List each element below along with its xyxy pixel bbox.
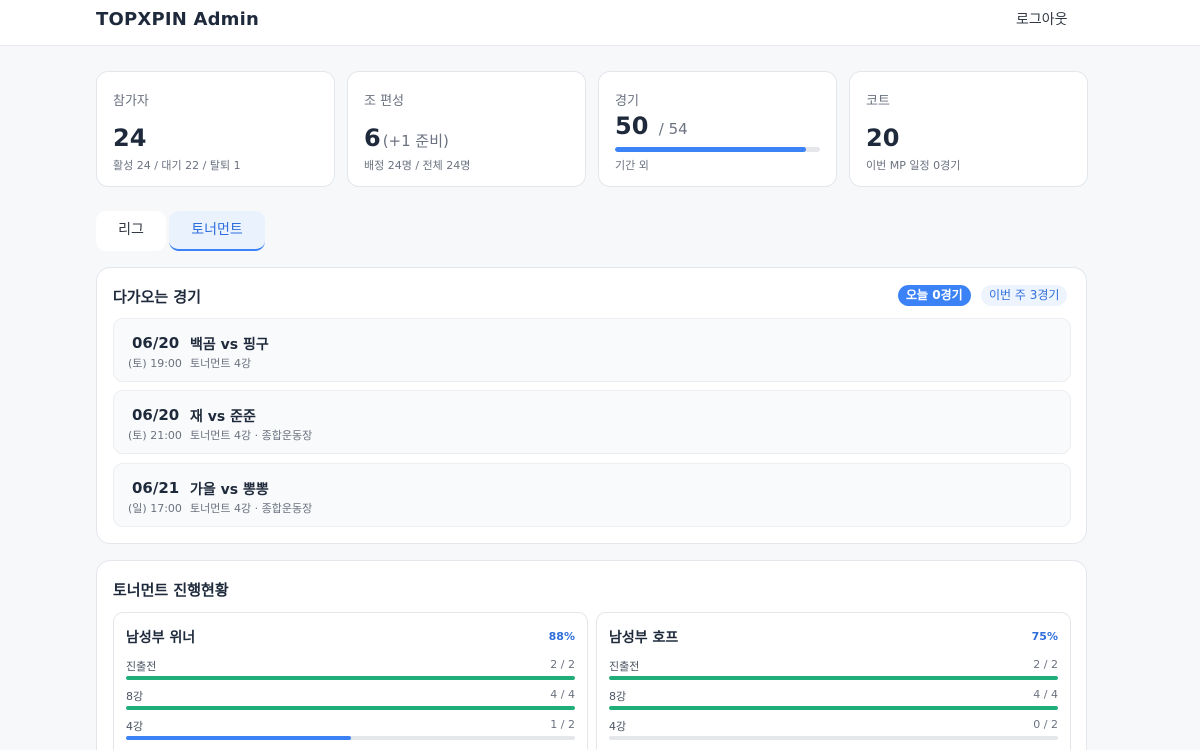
panel-title: 토너먼트 진행현황 [113,581,229,599]
round-count: 2 / 2 [550,658,575,671]
match-time: (토) 21:00 [128,429,182,442]
round-progress-fill [126,706,575,710]
stat-sub: 활성 24 / 대기 22 / 탈퇴 1 [113,159,241,172]
tab-tournament[interactable]: 토너먼트 [169,211,265,251]
match-progress-bar [615,147,820,152]
round-count: 4 / 4 [1033,688,1058,701]
stat-sub: 기간 외 [615,159,649,172]
round-progress-bar [126,736,575,740]
stat-value: 20 [866,124,900,152]
round-label: 4강 [609,720,627,733]
match-title: 재 vs 준준 [190,409,256,425]
match-meta: 토너먼트 4강 · 종합운동장 [190,429,313,442]
round-progress-bar [126,676,575,680]
match-meta: 토너먼트 4강 · 종합운동장 [190,502,313,515]
round-row: 4강 1 / 2 [126,718,575,744]
stat-value: 6 (+1 준비) [364,124,449,152]
round-row: 진출전 2 / 2 [609,658,1058,684]
match-date: 06/20 [132,334,180,352]
top-bar: TOPXPIN Admin 로그아웃 [0,0,1200,46]
round-progress-bar [609,676,1058,680]
logout-link[interactable]: 로그아웃 [1016,9,1068,29]
round-count: 0 / 2 [1033,718,1058,731]
app-title[interactable]: TOPXPIN Admin [96,9,259,30]
bracket-percent: 75% [1031,630,1058,643]
round-row: 8강 4 / 4 [609,688,1058,714]
stat-card-matches: 경기 50 / 54 기간 외 [598,71,837,187]
match-date: 06/21 [132,479,180,497]
bracket-card-men-winner: 남성부 위너 88% 진출전 2 / 2 8강 4 / 4 4강 1 / 2 [113,612,588,750]
tournament-progress-panel: 토너먼트 진행현황 남성부 위너 88% 진출전 2 / 2 8강 4 / 4 … [96,560,1087,750]
tab-league[interactable]: 리그 [96,211,166,251]
round-progress-bar [609,736,1058,740]
stat-extra: / 54 [658,120,688,138]
match-item[interactable]: 06/21 (일) 17:00 가을 vs 뽕뽕 토너먼트 4강 · 종합운동장 [113,463,1071,527]
round-progress-bar [609,706,1058,710]
stat-card-groups: 조 편성 6 (+1 준비) 배정 24명 / 전체 24명 [347,71,586,187]
round-label: 진출전 [126,660,157,673]
stat-extra: (+1 준비) [382,132,449,150]
stat-label: 코트 [866,94,890,109]
today-filter-badge[interactable]: 오늘 0경기 [898,285,971,306]
bracket-title: 남성부 위너 [126,630,196,646]
round-progress-fill [126,676,575,680]
stat-value: 24 [113,124,147,152]
bracket-title: 남성부 호프 [609,630,679,646]
round-count: 2 / 2 [1033,658,1058,671]
match-title: 가을 vs 뽕뽕 [190,482,269,498]
stat-label: 조 편성 [364,94,405,109]
match-progress-fill [615,147,806,152]
round-row: 4강 0 / 2 [609,718,1058,744]
stat-card-courts: 코트 20 이번 MP 일정 0경기 [849,71,1088,187]
match-item[interactable]: 06/20 (토) 19:00 백곰 vs 핑구 토너먼트 4강 [113,318,1071,382]
round-label: 진출전 [609,660,640,673]
stat-sub: 이번 MP 일정 0경기 [866,159,961,172]
panel-title: 다가오는 경기 [113,288,202,306]
week-filter-badge[interactable]: 이번 주 3경기 [981,285,1068,306]
round-count: 4 / 4 [550,688,575,701]
stat-value: 50 / 54 [615,112,688,140]
match-time: (토) 19:00 [128,357,182,370]
round-label: 4강 [126,720,144,733]
bracket-card-men-hope: 남성부 호프 75% 진출전 2 / 2 8강 4 / 4 4강 0 / 2 [596,612,1071,750]
stat-sub: 배정 24명 / 전체 24명 [364,159,471,172]
round-progress-bar [126,706,575,710]
round-row: 8강 4 / 4 [126,688,575,714]
match-item[interactable]: 06/20 (토) 21:00 재 vs 준준 토너먼트 4강 · 종합운동장 [113,390,1071,454]
round-label: 8강 [126,690,144,703]
round-row: 진출전 2 / 2 [126,658,575,684]
bracket-percent: 88% [548,630,575,643]
round-progress-fill [609,676,1058,680]
round-progress-fill [126,736,351,740]
stat-label: 참가자 [113,94,149,109]
match-meta: 토너먼트 4강 [190,357,252,370]
match-date: 06/20 [132,406,180,424]
round-progress-fill [609,706,1058,710]
upcoming-matches-panel: 다가오는 경기 오늘 0경기 이번 주 3경기 06/20 (토) 19:00 … [96,267,1087,544]
round-count: 1 / 2 [550,718,575,731]
match-title: 백곰 vs 핑구 [190,337,269,353]
stat-card-participants: 참가자 24 활성 24 / 대기 22 / 탈퇴 1 [96,71,335,187]
round-label: 8강 [609,690,627,703]
stat-label: 경기 [615,94,639,109]
match-time: (일) 17:00 [128,502,182,515]
